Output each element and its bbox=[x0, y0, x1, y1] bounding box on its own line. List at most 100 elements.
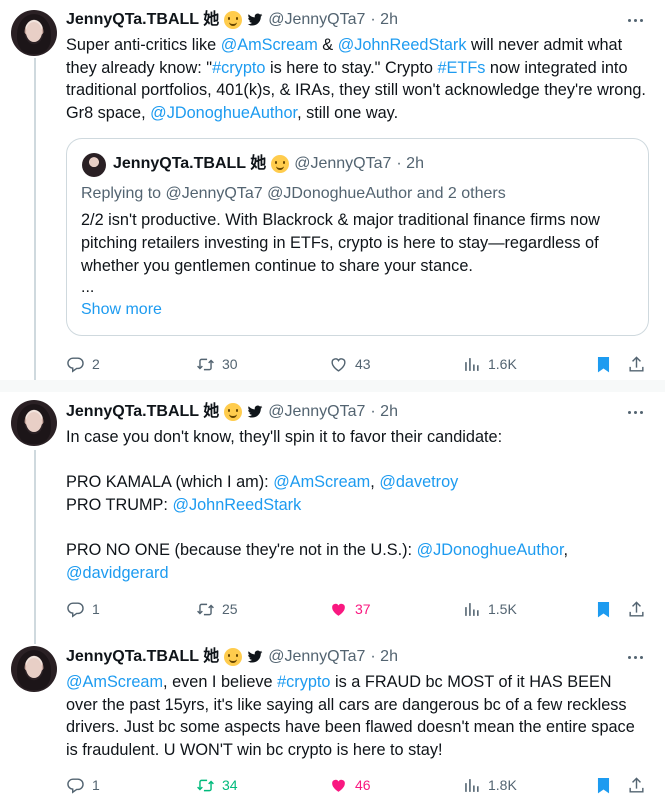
heart-icon bbox=[332, 779, 345, 792]
mention-link[interactable]: @JDonoghueAuthor bbox=[417, 541, 564, 559]
smiling-face-emoji bbox=[224, 403, 243, 421]
views-button[interactable]: 1.5K bbox=[462, 598, 517, 620]
mention-link[interactable]: @JDonoghueAuthor bbox=[150, 104, 297, 122]
avatar[interactable] bbox=[11, 646, 57, 692]
bookmark-icon bbox=[597, 356, 610, 372]
mention-link[interactable]: @JohnReedStark bbox=[338, 36, 467, 54]
heart-icon bbox=[332, 603, 345, 616]
tweet-text: Super anti-critics like @AmScream & @Joh… bbox=[66, 34, 646, 124]
retweet-button[interactable]: 25 bbox=[196, 598, 238, 620]
mention-link[interactable]: @AmScream bbox=[273, 473, 370, 491]
mention-link[interactable]: @JohnReedStark bbox=[172, 496, 301, 514]
more-options-icon[interactable] bbox=[625, 10, 645, 30]
author-name: JennyQTa.TBALL 她 bbox=[113, 155, 267, 172]
bookmark-button[interactable] bbox=[594, 353, 613, 375]
reply-bubble-icon bbox=[67, 601, 84, 618]
quote-text: 2/2 isn't productive. With Blackrock & m… bbox=[81, 211, 600, 275]
reply-button[interactable]: 2 bbox=[66, 353, 100, 375]
action-bar: 1 34 46 1.8K bbox=[66, 774, 646, 796]
tweet-text: @AmScream, even I believe #crypto is a F… bbox=[66, 671, 646, 761]
retweet-button[interactable]: 30 bbox=[196, 353, 238, 375]
like-button[interactable]: 37 bbox=[329, 598, 371, 620]
quoted-tweet[interactable]: JennyQTa.TBALL 她 @JennyQTa7 · 2h Replyin… bbox=[66, 138, 649, 336]
author-handle[interactable]: @JennyQTa7 bbox=[268, 647, 365, 667]
author-handle[interactable]: @JennyQTa7 bbox=[268, 402, 365, 422]
author-name[interactable]: JennyQTa.TBALL 她 bbox=[66, 647, 219, 667]
text-segment: , bbox=[563, 540, 569, 559]
reply-button[interactable]: 1 bbox=[66, 598, 100, 620]
blue-bird-icon bbox=[247, 405, 263, 418]
quote-header: JennyQTa.TBALL 她 @JennyQTa7 · 2h bbox=[113, 154, 424, 174]
author-name[interactable]: JennyQTa.TBALL 她 bbox=[66, 10, 219, 30]
reply-bubble-icon bbox=[67, 777, 84, 794]
avatar[interactable] bbox=[11, 10, 57, 56]
separator bbox=[0, 380, 665, 392]
tweet[interactable]: JennyQTa.TBALL 她 @JennyQTa7 · 2h Super a… bbox=[0, 0, 665, 380]
share-button[interactable] bbox=[627, 353, 646, 375]
mention-link[interactable]: @davetroy bbox=[379, 473, 458, 491]
count: 34 bbox=[222, 777, 238, 793]
analytics-icon bbox=[465, 357, 479, 371]
views-button[interactable]: 1.8K bbox=[462, 774, 517, 796]
like-button[interactable]: 46 bbox=[329, 774, 371, 796]
show-more-link[interactable]: Show more bbox=[81, 299, 162, 321]
tweet-header: JennyQTa.TBALL 她 @JennyQTa7 · 2h bbox=[66, 10, 398, 30]
share-button[interactable] bbox=[627, 774, 646, 796]
share-button[interactable] bbox=[627, 598, 646, 620]
smiling-face-emoji bbox=[271, 155, 290, 173]
count: 2 bbox=[92, 356, 100, 372]
avatar bbox=[82, 153, 106, 177]
timestamp[interactable]: · 2h bbox=[370, 10, 398, 30]
text-line: PRO TRUMP: @JohnReedStark bbox=[66, 494, 646, 517]
action-bar: 2 30 43 1.6K bbox=[66, 353, 646, 375]
mention-link[interactable]: #crypto bbox=[277, 673, 330, 691]
text-segment: is here to stay." Crypto bbox=[265, 58, 438, 77]
author-name[interactable]: JennyQTa.TBALL 她 bbox=[66, 402, 219, 422]
bookmark-button[interactable] bbox=[594, 774, 613, 796]
more-options-icon[interactable] bbox=[625, 402, 645, 422]
bookmark-button[interactable] bbox=[594, 598, 613, 620]
tweet-text: In case you don't know, they'll spin it … bbox=[66, 426, 646, 584]
tweet-header: JennyQTa.TBALL 她 @JennyQTa7 · 2h bbox=[66, 647, 398, 667]
smiling-face-emoji bbox=[224, 11, 243, 29]
share-icon bbox=[629, 355, 644, 372]
text-segment: , bbox=[370, 473, 380, 492]
author-handle[interactable]: @JennyQTa7 bbox=[268, 10, 365, 30]
text-segment: PRO TRUMP: bbox=[66, 495, 173, 514]
smiling-face-emoji bbox=[224, 648, 243, 666]
like-button[interactable]: 43 bbox=[329, 353, 371, 375]
tweet[interactable]: JennyQTa.TBALL 她 @JennyQTa7 · 2h @AmScre… bbox=[0, 634, 665, 806]
share-icon bbox=[629, 776, 644, 793]
more-options-icon[interactable] bbox=[625, 647, 645, 667]
text-segment: PRO NO ONE (because they're not in the U… bbox=[66, 540, 417, 559]
count: 30 bbox=[222, 356, 238, 372]
tweet-header: JennyQTa.TBALL 她 @JennyQTa7 · 2h bbox=[66, 402, 398, 422]
text-segment: , even I believe bbox=[163, 673, 278, 691]
retweet-button[interactable]: 34 bbox=[196, 774, 238, 796]
retweet-icon bbox=[197, 779, 214, 791]
timestamp[interactable]: · 2h bbox=[370, 647, 398, 667]
mention-link[interactable]: #ETFs bbox=[437, 59, 485, 77]
text-line: PRO KAMALA (which I am): @AmScream, @dav… bbox=[66, 471, 646, 494]
count: 43 bbox=[355, 356, 371, 372]
count: 25 bbox=[222, 601, 238, 617]
blue-bird-icon bbox=[247, 13, 263, 26]
retweet-icon bbox=[197, 358, 214, 370]
share-icon bbox=[629, 600, 644, 617]
mention-link[interactable]: #crypto bbox=[212, 59, 265, 77]
mention-link[interactable]: @AmScream bbox=[66, 673, 163, 691]
avatar[interactable] bbox=[11, 400, 57, 446]
replying-to: Replying to @JennyQTa7 @JDonoghueAuthor … bbox=[81, 185, 506, 202]
reply-button[interactable]: 1 bbox=[66, 774, 100, 796]
analytics-icon bbox=[465, 778, 479, 792]
mention-link[interactable]: @davidgerard bbox=[66, 564, 169, 582]
blue-bird-icon bbox=[247, 650, 263, 663]
tweet[interactable]: JennyQTa.TBALL 她 @JennyQTa7 · 2h In case… bbox=[0, 392, 665, 634]
mention-link[interactable]: @AmScream bbox=[221, 36, 318, 54]
text-segment: Super anti-critics like bbox=[66, 36, 221, 54]
count: 1.5K bbox=[488, 601, 517, 617]
timestamp: · 2h bbox=[396, 155, 424, 172]
text-line bbox=[66, 449, 646, 472]
timestamp[interactable]: · 2h bbox=[370, 402, 398, 422]
views-button[interactable]: 1.6K bbox=[462, 353, 517, 375]
